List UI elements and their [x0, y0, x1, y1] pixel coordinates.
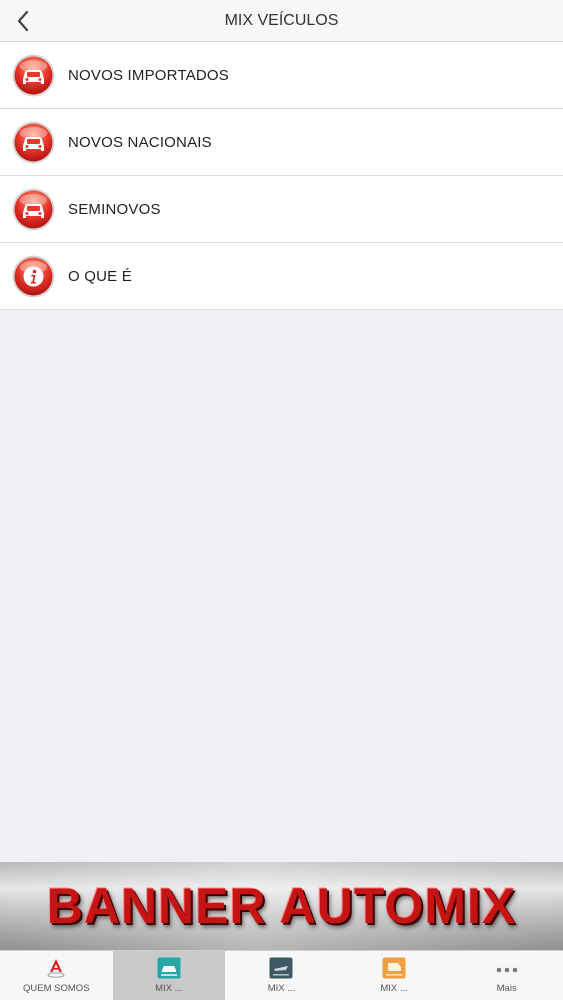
car-icon: [12, 54, 55, 97]
tab-bar: QUEM SOMOS MIX ... MIX ... MIX ... Mais: [0, 950, 563, 1000]
list-item-label: NOVOS NACIONAIS: [68, 134, 212, 151]
list-item-seminovos[interactable]: SEMINOVOS: [0, 176, 563, 243]
tab-label: MIX ...: [155, 983, 183, 994]
list-item-o-que-e[interactable]: O QUE É: [0, 243, 563, 310]
car-tile-icon: [157, 957, 181, 979]
app-screen: MIX VEÍCULOS NOVOS IMPORTADOS NOVOS NACI…: [0, 0, 563, 1000]
tab-label: QUEM SOMOS: [23, 983, 90, 994]
list-item-label: SEMINOVOS: [68, 201, 161, 218]
tab-mix-1[interactable]: MIX ...: [112, 951, 226, 1000]
page-title: MIX VEÍCULOS: [224, 12, 339, 29]
tab-mais[interactable]: Mais: [450, 951, 563, 1000]
boat-tile-icon: [269, 957, 293, 979]
more-dots-icon: [496, 967, 517, 973]
list-item-novos-nacionais[interactable]: NOVOS NACIONAIS: [0, 109, 563, 176]
navigation-bar: MIX VEÍCULOS: [0, 0, 563, 42]
vehicle-tile-icon: [382, 957, 406, 979]
list-item-label: NOVOS IMPORTADOS: [68, 67, 230, 84]
menu-list: NOVOS IMPORTADOS NOVOS NACIONAIS SEMINOV…: [0, 42, 563, 310]
promo-banner[interactable]: BANNER AUTOMIX: [0, 862, 563, 950]
car-icon: [12, 188, 55, 231]
list-item-novos-importados[interactable]: NOVOS IMPORTADOS: [0, 42, 563, 109]
banner-text: BANNER AUTOMIX: [46, 878, 517, 934]
tab-label: Mais: [496, 983, 517, 994]
tab-mix-2[interactable]: MIX ...: [225, 951, 338, 1000]
info-icon: [12, 255, 55, 298]
list-item-label: O QUE É: [68, 268, 132, 285]
tab-quem-somos[interactable]: QUEM SOMOS: [0, 951, 113, 1000]
tab-label: MIX ...: [267, 983, 296, 994]
car-icon: [12, 121, 55, 164]
tab-mix-3[interactable]: MIX ...: [338, 951, 451, 1000]
tab-label: MIX ...: [380, 983, 408, 994]
automix-logo-icon: [47, 959, 65, 978]
